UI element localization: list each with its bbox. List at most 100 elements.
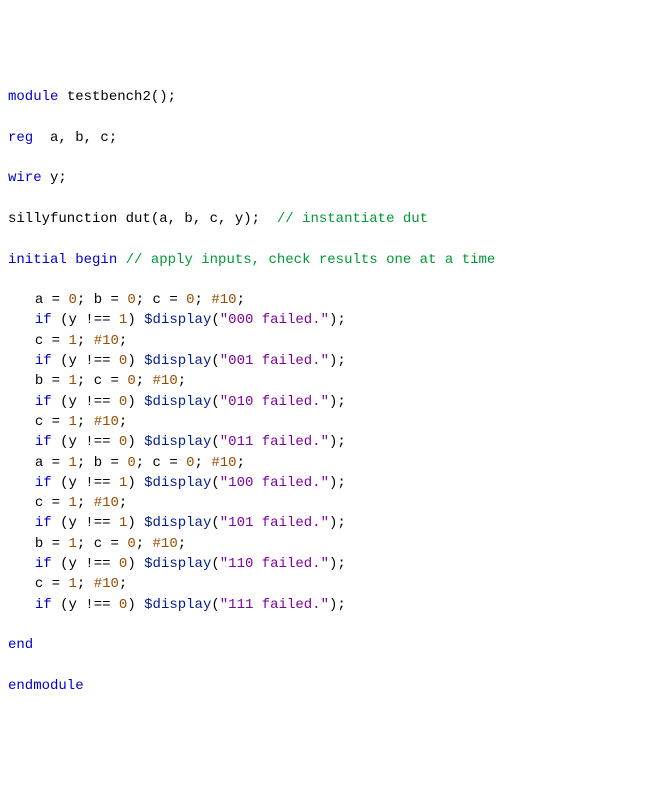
kw-if: if <box>35 394 52 410</box>
kw-reg: reg <box>8 130 33 146</box>
kw-initial: initial <box>8 252 67 268</box>
dopen: ( <box>211 556 219 572</box>
delay-hash: #10 <box>94 495 119 511</box>
line-module: module testbench2(); <box>8 87 658 107</box>
kw-if: if <box>35 353 52 369</box>
semi: ; <box>237 455 245 471</box>
neq: !== <box>85 312 110 328</box>
neq: !== <box>85 556 110 572</box>
msg: "100 failed." <box>220 475 329 491</box>
num: 0 <box>127 292 135 308</box>
display-call: $display <box>144 597 211 613</box>
neq: !== <box>85 394 110 410</box>
drive-line: b = 1; c = 0; #10; <box>8 371 658 391</box>
display-call: $display <box>144 434 211 450</box>
sp <box>111 394 119 410</box>
assign: ; b = <box>77 292 127 308</box>
drive-line: a = 0; b = 0; c = 0; #10; <box>8 290 658 310</box>
display-call: $display <box>144 556 211 572</box>
num: 0 <box>127 536 135 552</box>
msg: "111 failed." <box>220 597 329 613</box>
kw-if: if <box>35 434 52 450</box>
assign: c = <box>35 414 69 430</box>
sp <box>111 353 119 369</box>
delay-hash: #10 <box>211 292 236 308</box>
close: ) <box>127 353 144 369</box>
dopen: ( <box>211 597 219 613</box>
expect: 0 <box>119 556 127 572</box>
tail: ; <box>77 576 94 592</box>
assign: ; c = <box>77 536 127 552</box>
dclose: ); <box>329 515 346 531</box>
dopen: ( <box>211 312 219 328</box>
delay-hash: #10 <box>94 414 119 430</box>
semi: ; <box>237 292 245 308</box>
drive-line: c = 1; #10; <box>8 574 658 594</box>
neq: !== <box>85 475 110 491</box>
semi: ; <box>119 333 127 349</box>
num: 1 <box>68 536 76 552</box>
delay-hash: #10 <box>153 536 178 552</box>
assign: a = <box>35 455 69 471</box>
dclose: ); <box>329 597 346 613</box>
display-call: $display <box>144 353 211 369</box>
check-line: if (y !== 0) $display("111 failed."); <box>8 595 658 615</box>
close: ) <box>127 556 144 572</box>
check-line: if (y !== 1) $display("101 failed."); <box>8 513 658 533</box>
num: 1 <box>68 373 76 389</box>
kw-if: if <box>35 597 52 613</box>
module-tail: (); <box>151 89 176 105</box>
num: 1 <box>68 495 76 511</box>
dclose: ); <box>329 434 346 450</box>
drive-line: c = 1; #10; <box>8 412 658 432</box>
display-call: $display <box>144 394 211 410</box>
kw-end: end <box>8 637 33 653</box>
tail: ; <box>77 414 94 430</box>
open: (y <box>52 394 86 410</box>
display-call: $display <box>144 312 211 328</box>
assign: b = <box>35 373 69 389</box>
sp <box>111 475 119 491</box>
check-line: if (y !== 0) $display("011 failed."); <box>8 432 658 452</box>
dopen: ( <box>211 515 219 531</box>
sp <box>111 597 119 613</box>
num: 0 <box>186 292 194 308</box>
close: ) <box>127 515 144 531</box>
semi: ; <box>119 495 127 511</box>
semi: ; <box>178 536 186 552</box>
dopen: ( <box>211 434 219 450</box>
num: 1 <box>68 333 76 349</box>
assign: c = <box>35 333 69 349</box>
kw-module: module <box>8 89 58 105</box>
neq: !== <box>85 515 110 531</box>
num: 0 <box>68 292 76 308</box>
msg: "010 failed." <box>220 394 329 410</box>
line-initial: initial begin // apply inputs, check res… <box>8 250 658 270</box>
check-line: if (y !== 1) $display("100 failed."); <box>8 473 658 493</box>
close: ) <box>127 597 144 613</box>
msg: "001 failed." <box>220 353 329 369</box>
assign: ; c = <box>136 455 186 471</box>
open: (y <box>52 597 86 613</box>
num: 1 <box>68 455 76 471</box>
dclose: ); <box>329 312 346 328</box>
open: (y <box>52 556 86 572</box>
num: 1 <box>68 576 76 592</box>
tail: ; <box>136 373 153 389</box>
delay-hash: #10 <box>211 455 236 471</box>
inst-type: sillyfunction dut <box>8 211 151 227</box>
kw-if: if <box>35 515 52 531</box>
open: (y <box>52 353 86 369</box>
kw-if: if <box>35 475 52 491</box>
drive-line: c = 1; #10; <box>8 331 658 351</box>
inst-comment: // instantiate dut <box>277 211 428 227</box>
neq: !== <box>85 434 110 450</box>
expect: 1 <box>119 515 127 531</box>
kw-if: if <box>35 312 52 328</box>
num: 0 <box>127 455 135 471</box>
close: ) <box>127 434 144 450</box>
inst-args: (a, b, c, y); <box>151 211 277 227</box>
tail: ; <box>77 495 94 511</box>
tail: ; <box>195 292 212 308</box>
line-end: end <box>8 635 658 655</box>
